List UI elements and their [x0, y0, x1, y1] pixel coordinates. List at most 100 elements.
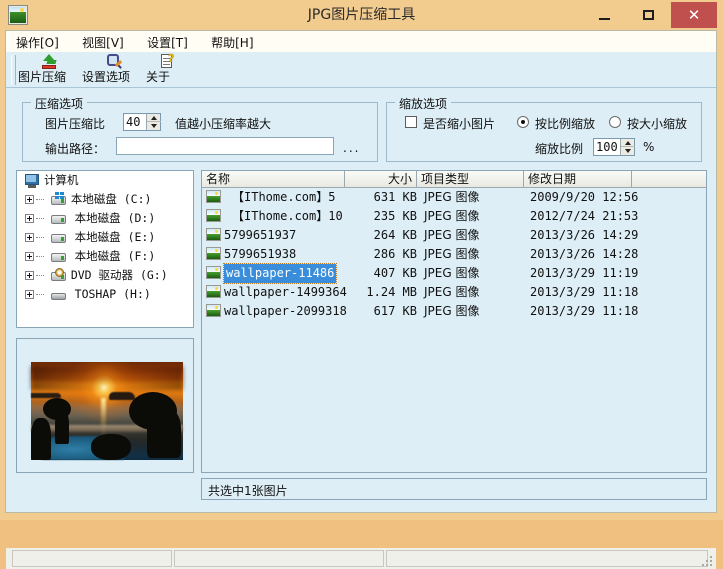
file-date: 2013/3/29 11:19 [530, 266, 639, 280]
column-header-date[interactable]: 修改日期 [524, 171, 632, 187]
tree-node-drive-f[interactable]: 本地磁盘 (F:) [17, 247, 193, 266]
tree-node-drive-g[interactable]: DVD 驱动器 (G:) [17, 266, 193, 285]
menu-operation[interactable]: 操作[O] [6, 31, 69, 53]
radio-by-size-label[interactable]: 按大小缩放 [627, 115, 687, 132]
file-name[interactable]: 【IThome.com】10 [232, 207, 343, 226]
scale-options-group: 缩放选项 是否缩小图片 按比例缩放 按大小缩放 缩放比例 % [386, 95, 702, 162]
expand-icon[interactable] [25, 195, 34, 204]
ratio-spinner-up[interactable] [147, 114, 161, 122]
drive-icon [50, 212, 67, 226]
toolbar-grip[interactable] [11, 55, 16, 85]
expand-icon[interactable] [25, 233, 34, 242]
jpeg-thumb-icon [206, 247, 221, 260]
file-type: JPEG 图像 [424, 266, 480, 280]
client-area: 操作[O] 视图[V] 设置[T] 帮助[H] 图片压缩 设置选项 ? 关于 压… [5, 30, 717, 569]
file-name-selected[interactable]: wallpaper-11486 [222, 263, 338, 284]
table-row[interactable]: wallpaper-11486 407 KB JPEG 图像 2013/3/29… [202, 263, 706, 284]
body-area: 压缩选项 图片压缩比 值越小压缩率越大 输出路径： ... [6, 88, 716, 569]
radio-proportional[interactable] [517, 116, 529, 128]
output-path-field[interactable] [116, 137, 334, 155]
output-path-input[interactable] [117, 138, 333, 154]
browse-button[interactable]: ... [343, 141, 360, 155]
close-button[interactable]: ✕ [671, 2, 717, 28]
column-header-name[interactable]: 名称 [202, 171, 345, 187]
file-name[interactable]: 5799651938 [224, 245, 296, 264]
table-row[interactable]: 5799651937 264 KB JPEG 图像 2013/3/26 14:2… [202, 226, 706, 245]
table-row[interactable]: 5799651938 286 KB JPEG 图像 2013/3/26 14:2… [202, 245, 706, 264]
shrink-checkbox-label[interactable]: 是否缩小图片 [423, 115, 495, 132]
file-date: 2013/3/29 11:18 [530, 304, 639, 318]
column-header-type[interactable]: 项目类型 [417, 171, 524, 187]
jpeg-thumb-icon [206, 285, 221, 298]
tree-node-drive-e[interactable]: 本地磁盘 (E:) [17, 228, 193, 247]
table-row[interactable]: 【IThome.com】5 631 KB JPEG 图像 2009/9/20 1… [202, 188, 706, 207]
table-row[interactable]: wallpaper-1499364 1.24 MB JPEG 图像 2013/3… [202, 283, 706, 302]
percent-label: % [643, 140, 655, 154]
expand-icon[interactable] [25, 252, 34, 261]
tree-node-drive-g-label: DVD 驱动器 (G:) [70, 268, 168, 282]
scale-input[interactable] [594, 139, 620, 155]
maximize-button[interactable] [628, 2, 668, 28]
file-size: 264 KB [373, 228, 417, 242]
toolbar-about-button[interactable]: ? 关于 [146, 53, 190, 86]
menu-view[interactable]: 视图[V] [72, 31, 134, 53]
scale-spinner-up[interactable] [621, 139, 635, 147]
file-size: 286 KB [373, 247, 417, 261]
ratio-input[interactable] [124, 114, 146, 130]
shrink-checkbox[interactable] [405, 116, 417, 128]
toolbar-options-button[interactable]: 设置选项 [82, 54, 146, 86]
menu-help[interactable]: 帮助[H] [201, 31, 263, 53]
table-row[interactable]: 【IThome.com】10 235 KB JPEG 图像 2012/7/24 … [202, 207, 706, 226]
menu-settings[interactable]: 设置[T] [137, 31, 198, 53]
jpeg-thumb-icon [206, 266, 221, 279]
about-info-icon: ? [159, 53, 177, 70]
tree-node-computer[interactable]: 计算机 [17, 171, 193, 190]
expand-icon[interactable] [25, 290, 34, 299]
file-name[interactable]: wallpaper-2099318 [224, 302, 347, 321]
column-header-size[interactable]: 大小 [345, 171, 417, 187]
tree-node-drive-d[interactable]: 本地磁盘 (D:) [17, 209, 193, 228]
table-row[interactable]: wallpaper-2099318 617 KB JPEG 图像 2013/3/… [202, 302, 706, 321]
file-size: 631 KB [373, 190, 417, 204]
drive-tree[interactable]: 计算机 本地磁盘 (C:) 本地磁盘 (D:) 本地磁盘 (E:) 本地磁盘 (… [16, 170, 194, 328]
expand-icon[interactable] [25, 214, 34, 223]
ratio-spinner-down[interactable] [147, 122, 161, 130]
file-size: 617 KB [373, 304, 417, 318]
resize-grip-icon[interactable] [702, 556, 714, 568]
ratio-spinner-buttons[interactable] [146, 114, 161, 130]
scale-spinner-buttons[interactable] [620, 139, 635, 155]
file-type: JPEG 图像 [424, 190, 480, 204]
tree-node-drive-h-label: TOSHAP (H:) [74, 287, 151, 301]
file-name[interactable]: wallpaper-1499364 [224, 283, 347, 302]
toolbar: 图片压缩 设置选项 ? 关于 [6, 52, 716, 88]
selection-status-panel: 共选中1张图片 [201, 478, 707, 500]
scale-spinner[interactable] [593, 138, 635, 156]
expand-icon[interactable] [25, 271, 34, 280]
file-date: 2013/3/29 11:18 [530, 285, 639, 299]
radio-by-size[interactable] [609, 116, 621, 128]
jpeg-thumb-icon [206, 209, 221, 222]
toolbar-about-label: 关于 [146, 70, 171, 84]
tree-node-drive-h[interactable]: TOSHAP (H:) [17, 285, 193, 304]
file-list[interactable]: 名称 大小 项目类型 修改日期 【IThome.com】5 631 KB JPE… [201, 170, 707, 473]
tree-node-drive-c[interactable]: 本地磁盘 (C:) [17, 190, 193, 209]
usb-drive-icon [50, 288, 67, 302]
file-name[interactable]: 【IThome.com】5 [232, 188, 335, 207]
file-size: 1.24 MB [366, 285, 417, 299]
ratio-spinner[interactable] [123, 113, 161, 131]
output-path-label: 输出路径： [45, 142, 106, 156]
tree-node-computer-label: 计算机 [44, 173, 79, 187]
file-size: 407 KB [373, 266, 417, 280]
ratio-label: 图片压缩比 [45, 117, 106, 131]
scale-ratio-label: 缩放比例 [535, 142, 584, 156]
application-window: JPG图片压缩工具 ✕ 操作[O] 视图[V] 设置[T] 帮助[H] 图片压缩 [0, 0, 723, 569]
radio-proportional-label[interactable]: 按比例缩放 [535, 115, 595, 132]
column-header-extra[interactable] [632, 171, 706, 187]
toolbar-compress-button[interactable]: 图片压缩 [18, 54, 82, 86]
file-type: JPEG 图像 [424, 304, 480, 318]
scale-spinner-down[interactable] [621, 147, 635, 155]
minimize-button[interactable] [584, 2, 624, 28]
file-name[interactable]: 5799651937 [224, 226, 296, 245]
drive-icon [50, 250, 67, 264]
file-type: JPEG 图像 [424, 247, 480, 261]
